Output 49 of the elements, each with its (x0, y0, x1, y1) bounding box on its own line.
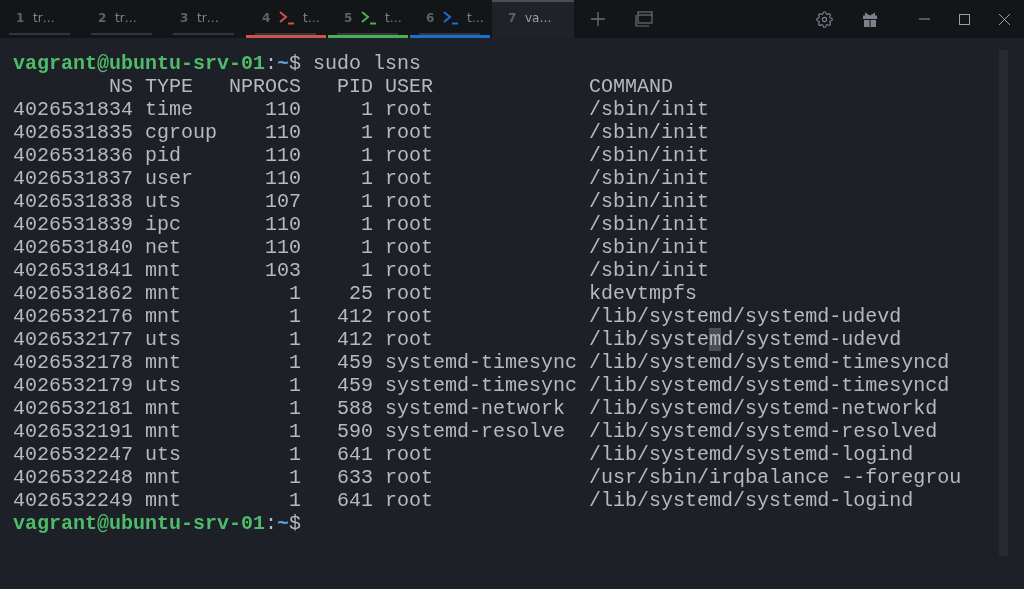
tab-number: 1 (16, 10, 25, 25)
tab-title: tr… (33, 10, 55, 25)
output-line: 4026532176 mnt 1 412 root /lib/systemd/systemd-udevd (13, 305, 903, 328)
tab-title: t… (467, 10, 484, 25)
prompt-line: vagrant@ubuntu-srv-01:~$ (13, 512, 303, 535)
terminal-tab[interactable]: 2 tr… (82, 0, 164, 38)
output-line: 4026531836 pid 110 1 root /sbin/init (13, 144, 711, 167)
minimize-icon (918, 18, 930, 20)
terminal-tab[interactable]: 4 t… (246, 0, 328, 38)
output-line: 4026532248 mnt 1 633 root /usr/sbin/irqbalance --foregrou (13, 466, 963, 489)
tab-title: tr… (197, 10, 219, 25)
output-line: 4026531840 net 110 1 root /sbin/init (13, 236, 711, 259)
output-line: 4026531841 mnt 103 1 root /sbin/init (13, 259, 711, 282)
prompt-line: vagrant@ubuntu-srv-01:~$ sudo lsns (13, 52, 423, 75)
output-line: NS TYPE NPROCS PID USER COMMAND (108, 75, 675, 98)
terminal-tab[interactable]: 7 va… (492, 0, 574, 38)
output-line: 4026532247 uts 1 641 root /lib/systemd/systemd-logind (13, 443, 915, 466)
output-line: 4026531835 cgroup 110 1 root /sbin/init (13, 121, 711, 144)
output-line: 4026531838 uts 107 1 root /sbin/init (13, 190, 711, 213)
gift-icon (862, 11, 878, 27)
output-line: 4026532181 mnt 1 588 systemd-network /lib/systemd/systemd-networkd (13, 397, 939, 420)
output-line: 4026531837 user 110 1 root /sbin/init (13, 167, 711, 190)
tab-title: t… (385, 10, 402, 25)
tab-number: 7 (508, 10, 517, 25)
tab-number: 2 (98, 10, 107, 25)
tab-number: 4 (262, 10, 271, 25)
output-line: 4026531862 mnt 1 25 root kdevtmpfs (13, 282, 699, 305)
output-line: 4026532249 mnt 1 641 root /lib/systemd/systemd-logind (13, 489, 915, 512)
terminal-tab[interactable]: 1 tr… (0, 0, 82, 38)
tab-number: 3 (180, 10, 189, 25)
output-line: 4026532177 uts 1 412 root /lib/systemd/systemd-udevd (13, 328, 903, 351)
terminal-tab[interactable]: 3 tr… (164, 0, 246, 38)
tab-title: tr… (115, 10, 137, 25)
terminal-tab[interactable]: 6 t… (410, 0, 492, 38)
plus-icon (591, 12, 605, 26)
output-line: 4026532191 mnt 1 590 systemd-resolve /lib/systemd/systemd-resolved (13, 420, 939, 443)
settings-icon (815, 10, 833, 28)
output-line: 4026531839 ipc 110 1 root /sbin/init (13, 213, 711, 236)
terminal-tab[interactable]: 5 t… (328, 0, 410, 38)
tab-title: va… (525, 10, 552, 25)
windows-icon (635, 11, 653, 27)
maximize-icon (958, 13, 970, 25)
tab-title: t… (303, 10, 320, 25)
tab-number: 6 (426, 10, 435, 25)
output-line: 4026532179 uts 1 459 systemd-timesync /lib/systemd/systemd-timesyncd (13, 374, 951, 397)
output-line: 4026531834 time 110 1 root /sbin/init (13, 98, 711, 121)
tab-number: 5 (344, 10, 353, 25)
output-line: 4026532178 mnt 1 459 systemd-timesync /lib/systemd/systemd-timesyncd (13, 351, 951, 374)
close-icon (998, 13, 1010, 25)
